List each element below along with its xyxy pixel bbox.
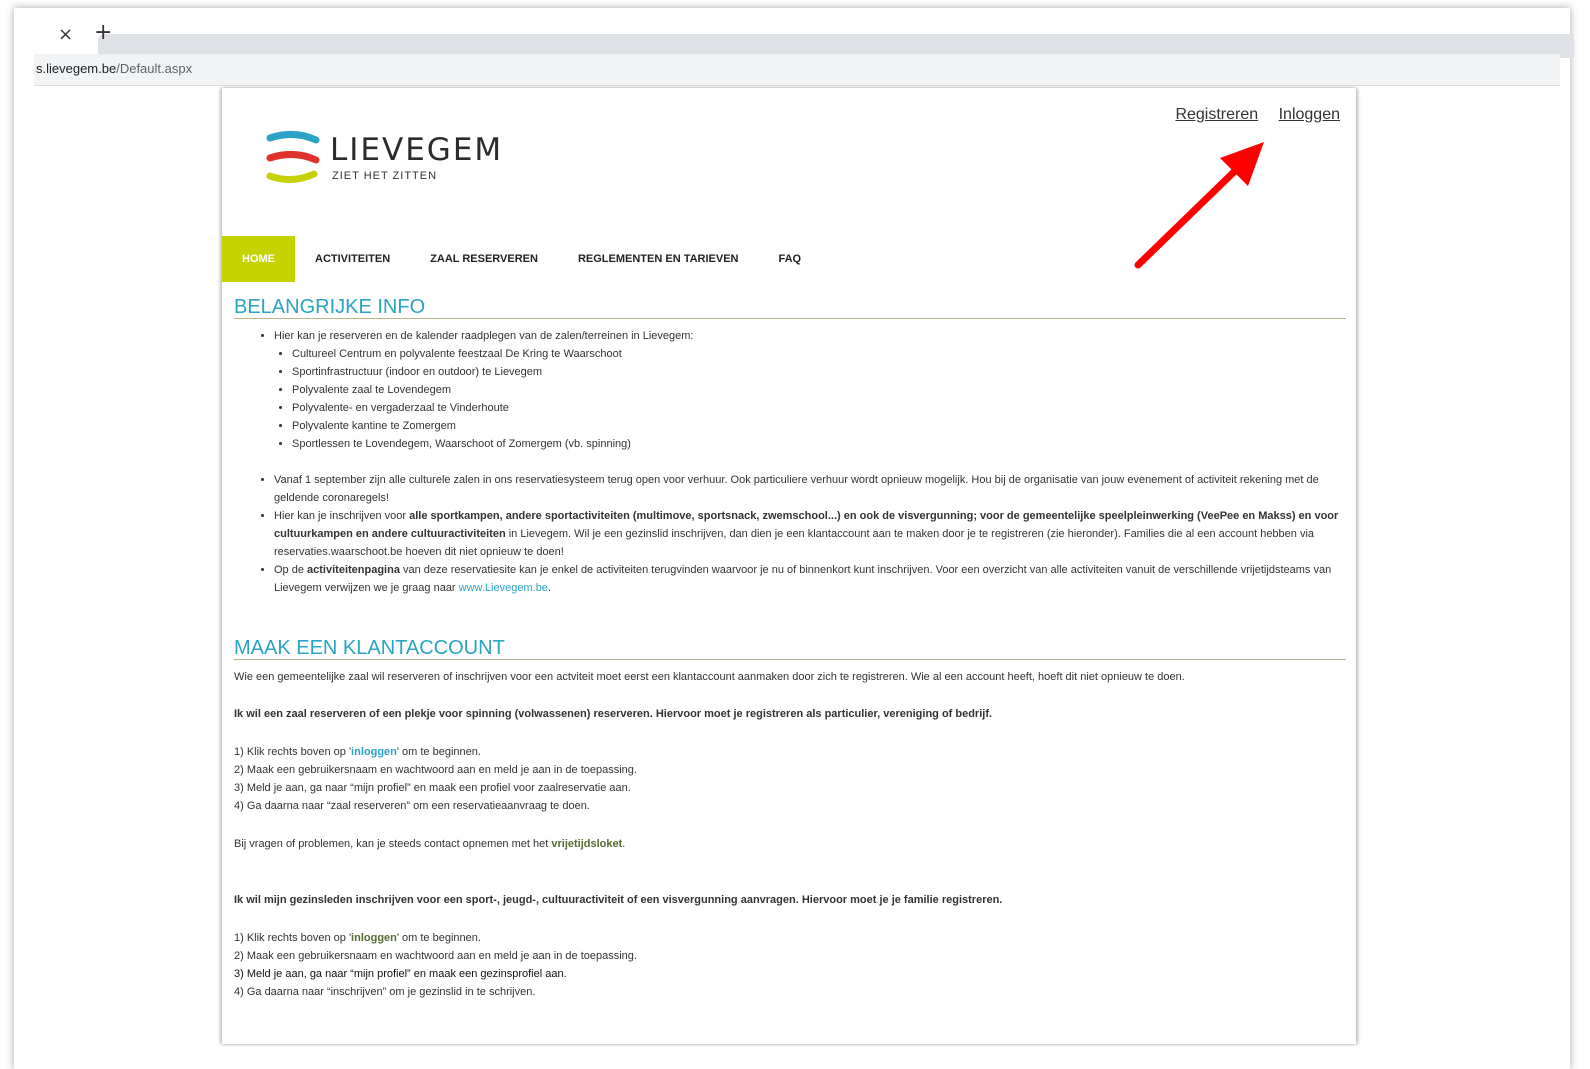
step-4: 4) Ga daarna naar “zaal reserveren” om e… bbox=[234, 800, 590, 812]
text: . bbox=[622, 838, 626, 850]
nav-home[interactable]: HOME bbox=[222, 236, 295, 282]
list-item: Sportinfrastructuur (indoor en outdoor) … bbox=[292, 363, 1346, 381]
url-text[interactable]: s.lievegem.be/Default.aspx bbox=[36, 61, 192, 76]
logo-waves-icon bbox=[266, 131, 320, 183]
inloggen-link[interactable]: inloggen bbox=[351, 746, 397, 758]
lievegem-logo[interactable]: LIEVEGEM ZIET HET ZITTEN bbox=[266, 128, 501, 188]
text: Op de bbox=[274, 564, 308, 576]
step-1: 1) Klik rechts boven op 'inloggen' om te… bbox=[234, 743, 1346, 761]
text: 1) Klik rechts boven op ' bbox=[234, 746, 352, 758]
lievegem-website-link[interactable]: www.Lievegem.be bbox=[459, 582, 548, 594]
contact-text: Bij vragen of problemen, kan je steeds c… bbox=[234, 835, 1346, 853]
venue-list: Cultureel Centrum en polyvalente feestza… bbox=[292, 345, 1346, 453]
step-2: 2) Maak een gebruikersnaam en wachtwoord… bbox=[234, 764, 637, 776]
address-bar[interactable]: s.lievegem.be/Default.aspx bbox=[34, 54, 1560, 86]
logo-tagline: ZIET HET ZITTEN bbox=[332, 170, 438, 182]
register-link[interactable]: Registreren bbox=[1175, 106, 1258, 123]
step-1: 1) Klik rechts boven op 'inloggen' om te… bbox=[234, 929, 1346, 947]
logo-wordmark: LIEVEGEM bbox=[330, 132, 504, 168]
list-item: Op de activiteitenpagina van deze reserv… bbox=[274, 561, 1346, 597]
list-item: Cultureel Centrum en polyvalente feestza… bbox=[292, 345, 1346, 363]
account-intro: Wie een gemeentelijke zaal wil reservere… bbox=[234, 671, 1185, 683]
section2-steps: 1) Klik rechts boven op 'inloggen' om te… bbox=[234, 929, 1346, 1001]
section1-steps: 1) Klik rechts boven op 'inloggen' om te… bbox=[234, 743, 1346, 815]
account-heading: MAAK EEN KLANTACCOUNT bbox=[234, 638, 1346, 660]
list-item: Vanaf 1 september zijn alle culturele za… bbox=[274, 471, 1346, 507]
list-item: Hier kan je reserveren en de kalender ra… bbox=[274, 327, 1346, 471]
text: ' om te beginnen. bbox=[396, 932, 481, 944]
text: Bij vragen of problemen, kan je steeds c… bbox=[234, 838, 552, 850]
login-link[interactable]: Inloggen bbox=[1279, 106, 1340, 123]
main-nav: HOME ACTIVITEITEN ZAAL RESERVEREN REGLEM… bbox=[222, 236, 821, 282]
info-heading: BELANGRIJKE INFO bbox=[234, 297, 1346, 319]
list-item: Polyvalente zaal te Lovendegem bbox=[292, 381, 1346, 399]
text: ' om te beginnen. bbox=[396, 746, 481, 758]
info-list: Hier kan je reserveren en de kalender ra… bbox=[274, 327, 1346, 597]
section2-title: Ik wil mijn gezinsleden inschrijven voor… bbox=[234, 894, 1003, 906]
list-item: Sportlessen te Lovendegem, Waarschoot of… bbox=[292, 435, 1346, 453]
text: 1) Klik rechts boven op ' bbox=[234, 932, 352, 944]
vrijetijdsloket-link[interactable]: vrijetijdsloket bbox=[551, 838, 622, 850]
text-bold: activiteitenpagina bbox=[307, 564, 400, 576]
inloggen-link[interactable]: inloggen bbox=[351, 932, 397, 944]
url-host: s.lievegem.be bbox=[36, 61, 117, 76]
text: . bbox=[547, 582, 551, 594]
nav-reglementen[interactable]: REGLEMENTEN EN TARIEVEN bbox=[558, 236, 759, 282]
nav-faq[interactable]: FAQ bbox=[759, 236, 822, 282]
section1-title: Ik wil een zaal reserveren of een plekje… bbox=[234, 708, 993, 720]
step-3: 3) Meld je aan, ga naar “mijn profiel” e… bbox=[234, 782, 631, 794]
list-item: Polyvalente kantine te Zomergem bbox=[292, 417, 1346, 435]
info-intro: Hier kan je reserveren en de kalender ra… bbox=[274, 330, 694, 342]
account-links: Registreren Inloggen bbox=[1159, 106, 1340, 124]
close-tab-icon[interactable]: × bbox=[58, 24, 73, 45]
list-item: Hier kan je inschrijven voor alle sportk… bbox=[274, 507, 1346, 561]
tab-strip bbox=[14, 8, 1574, 58]
text: Hier kan je inschrijven voor bbox=[274, 510, 410, 522]
list-item: Polyvalente- en vergaderzaal te Vinderho… bbox=[292, 399, 1346, 417]
step-4: 4) Ga daarna naar “inschrijven” om je ge… bbox=[234, 986, 536, 998]
main-content: BELANGRIJKE INFO Hier kan je reserveren … bbox=[234, 297, 1346, 1001]
new-tab-icon[interactable]: + bbox=[94, 20, 112, 45]
red-arrow-annotation bbox=[1134, 142, 1264, 269]
step-2: 2) Maak een gebruikersnaam en wachtwoord… bbox=[234, 950, 637, 962]
nav-zaal-reserveren[interactable]: ZAAL RESERVEREN bbox=[410, 236, 558, 282]
text: van deze reservatiesite kan je enkel de … bbox=[274, 564, 1332, 594]
nav-activiteiten[interactable]: ACTIVITEITEN bbox=[295, 236, 410, 282]
step-3: 3) Meld je aan, ga naar “mijn profiel” e… bbox=[234, 968, 567, 980]
url-path: /Default.aspx bbox=[116, 61, 193, 76]
